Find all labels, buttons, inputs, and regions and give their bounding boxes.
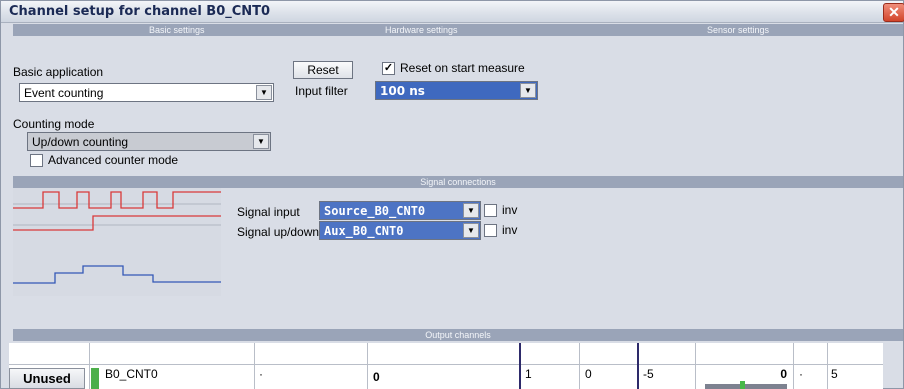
table-cell[interactable]: -5 (643, 367, 654, 381)
advanced-counter-label: Advanced counter mode (48, 153, 179, 167)
input-filter-select[interactable]: 100 ns ▼ (375, 81, 538, 100)
signal-waveform-preview (13, 188, 221, 296)
table-cell[interactable]: · (799, 367, 803, 381)
input-filter-label: Input filter (295, 84, 348, 98)
table-row[interactable]: Unused B0_CNT0 · 0 1 0 -5 0 · 5 (9, 365, 883, 389)
output-channels-table: Unused B0_CNT0 · 0 1 0 -5 0 · 5 (9, 343, 883, 389)
chevron-down-icon: ▼ (520, 83, 536, 98)
counting-mode-label: Counting mode (13, 117, 95, 131)
reset-on-start-label: Reset on start measure (400, 61, 525, 75)
signal-input-label: Signal input (237, 205, 300, 219)
chevron-down-icon: ▼ (463, 203, 479, 218)
table-cell[interactable]: 0 (585, 367, 592, 381)
table-cell[interactable]: · (259, 367, 263, 381)
window-title: Channel setup for channel B0_CNT0 (9, 4, 271, 19)
signal-updown-select[interactable]: Aux_B0_CNT0 ▼ (319, 221, 481, 240)
hardware-settings-header: Hardware settings (385, 25, 458, 35)
signal-updown-label: Signal up/down (237, 225, 320, 239)
basic-application-value: Event counting (24, 86, 104, 100)
counting-mode-select[interactable]: Up/down counting ▼ (27, 132, 271, 151)
close-icon[interactable]: ✕ (883, 3, 904, 22)
signal-updown-inv-checkbox[interactable] (484, 224, 497, 237)
reset-button[interactable]: Reset (293, 61, 353, 79)
advanced-counter-checkbox[interactable] (30, 154, 43, 167)
signal-updown-inv-label: inv (502, 223, 518, 237)
signal-input-inv-label: inv (502, 203, 518, 217)
signal-updown-value: Aux_B0_CNT0 (324, 224, 404, 238)
signal-connections-header: Signal connections (13, 176, 903, 188)
basic-application-label: Basic application (13, 65, 104, 79)
output-channels-header: Output channels (13, 329, 903, 341)
channel-name-cell[interactable]: B0_CNT0 (105, 367, 158, 381)
basic-application-select[interactable]: Event counting ▼ (19, 83, 274, 102)
table-cell[interactable]: 0 (373, 370, 380, 384)
signal-input-select[interactable]: Source_B0_CNT0 ▼ (319, 201, 481, 220)
table-cell[interactable]: 5 (831, 367, 838, 381)
waveform-graphic (13, 191, 221, 284)
settings-header-bar (13, 24, 903, 36)
channel-setup-window: Channel setup for channel B0_CNT0 ✕ Basi… (0, 0, 904, 389)
basic-settings-header: Basic settings (149, 25, 205, 35)
counting-mode-value: Up/down counting (32, 135, 129, 149)
sensor-settings-header: Sensor settings (707, 25, 770, 35)
input-filter-value: 100 ns (380, 84, 425, 98)
reset-on-start-checkbox[interactable]: ✓ (382, 62, 395, 75)
table-cell[interactable]: 0 (699, 367, 787, 381)
table-cell[interactable]: 1 (525, 367, 532, 381)
chevron-down-icon: ▼ (253, 134, 269, 149)
channel-active-indicator (91, 368, 99, 389)
status-label: Unused (23, 371, 71, 386)
level-bar (705, 384, 787, 389)
chevron-down-icon: ▼ (256, 85, 272, 100)
level-marker-icon (740, 381, 745, 389)
signal-input-inv-checkbox[interactable] (484, 204, 497, 217)
status-button[interactable]: Unused (9, 368, 85, 389)
chevron-down-icon: ▼ (463, 223, 479, 238)
signal-input-value: Source_B0_CNT0 (324, 204, 426, 218)
title-bar: Channel setup for channel B0_CNT0 ✕ (1, 1, 904, 23)
